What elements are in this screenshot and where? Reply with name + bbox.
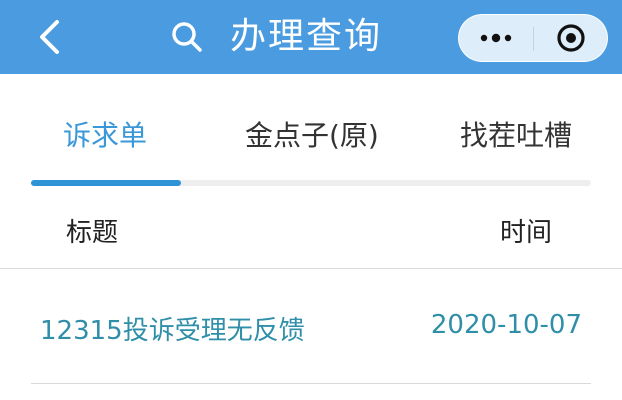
row-date: 2020-10-07 xyxy=(430,310,582,340)
app-header: 办理查询 xyxy=(0,0,622,74)
tab-complaint[interactable]: 诉求单 xyxy=(63,114,147,154)
target-close-icon xyxy=(556,24,585,52)
more-button[interactable] xyxy=(459,15,533,61)
chevron-left-icon xyxy=(40,20,59,54)
miniprogram-capsule xyxy=(458,14,608,62)
search-icon[interactable] xyxy=(170,20,204,54)
row-title[interactable]: 12315投诉受理无反馈 xyxy=(40,310,305,347)
close-button[interactable] xyxy=(534,15,607,61)
header-divider xyxy=(0,268,622,269)
tab-active-indicator xyxy=(31,180,181,186)
page-title: 办理查询 xyxy=(230,16,383,57)
header-title-group: 办理查询 xyxy=(170,12,382,62)
tab-feedback[interactable]: 找茬吐槽 xyxy=(460,114,572,154)
more-dots-icon xyxy=(480,33,512,43)
row-divider xyxy=(31,383,591,384)
tab-bar: 诉求单 金点子(原) 找茬吐槽 xyxy=(0,100,622,172)
column-header-title: 标题 xyxy=(66,218,119,248)
column-header-time: 时间 xyxy=(500,218,553,248)
back-button[interactable] xyxy=(34,18,64,56)
tab-golden-idea[interactable]: 金点子(原) xyxy=(245,114,379,154)
